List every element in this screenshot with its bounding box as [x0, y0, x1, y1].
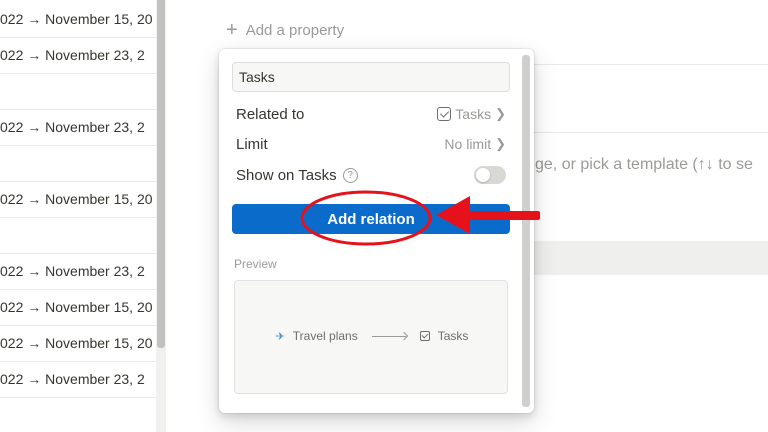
table-row[interactable]: 022 → November 15, 20 — [0, 326, 156, 362]
popup-scrollbar[interactable] — [522, 55, 530, 407]
scrollbar-thumb[interactable] — [157, 0, 165, 348]
relation-preview: ✈ Travel plans Tasks — [234, 280, 508, 394]
show-on-label: Show on Tasks — [236, 166, 337, 184]
toggle-knob — [476, 168, 490, 182]
airplane-icon: ✈ — [275, 330, 285, 343]
date-range-cell: 022 → November 15, 20 — [0, 191, 153, 207]
date-range-cell: 022 → November 15, 20 — [0, 335, 153, 351]
table-row[interactable]: 022 → November 23, 2 — [0, 38, 156, 74]
table-scrollbar[interactable] — [156, 0, 166, 432]
limit-row[interactable]: Limit No limit ❯ — [236, 133, 506, 155]
show-on-toggle[interactable] — [474, 166, 506, 184]
related-to-value: Tasks — [455, 106, 492, 122]
limit-value: No limit — [444, 136, 492, 152]
divider — [526, 64, 768, 65]
add-property-label: Add a property — [245, 21, 345, 39]
show-on-row: Show on Tasks ? — [236, 164, 506, 186]
date-range-cell: 022 → November 23, 2 — [0, 371, 145, 387]
limit-label: Limit — [236, 135, 268, 153]
date-range-cell: 022 → November 23, 2 — [0, 119, 145, 135]
property-name-input[interactable] — [232, 62, 510, 92]
table-row[interactable]: 022 → November 15, 20 — [0, 2, 156, 38]
table-row[interactable] — [0, 218, 156, 254]
divider — [526, 132, 768, 133]
date-range-cell: 022 → November 15, 20 — [0, 11, 153, 27]
preview-source: Travel plans — [292, 329, 358, 343]
arrow-icon — [371, 335, 406, 337]
table-row[interactable] — [0, 74, 156, 110]
chevron-right-icon: ❯ — [495, 106, 506, 121]
checkbox-icon — [437, 107, 452, 121]
chevron-right-icon: ❯ — [495, 136, 506, 151]
table-row[interactable]: 022 → November 23, 2 — [0, 110, 156, 146]
template-row[interactable] — [526, 241, 768, 275]
preview-target: Tasks — [437, 329, 469, 343]
related-to-row[interactable]: Related to Tasks ❯ — [236, 103, 506, 125]
date-range-cell: 022 → November 23, 2 — [0, 47, 145, 63]
table-row[interactable]: 022 → November 15, 20 — [0, 290, 156, 326]
checkbox-icon — [419, 331, 430, 341]
add-relation-button[interactable]: Add relation — [232, 204, 510, 234]
table-row[interactable]: 022 → November 15, 20 — [0, 182, 156, 218]
help-circle-icon[interactable]: ? — [342, 167, 358, 183]
add-property-button[interactable]: + Add a property — [226, 20, 344, 40]
date-range-cell: 022 → November 23, 2 — [0, 263, 145, 279]
relation-popup: Related to Tasks ❯ Limit No limit ❯ Show… — [219, 49, 534, 413]
date-column: 022 → November 15, 20 022 → November 23,… — [0, 0, 156, 432]
table-row[interactable] — [0, 146, 156, 182]
table-row[interactable]: 022 → November 23, 2 — [0, 362, 156, 398]
table-row[interactable]: 022 → November 23, 2 — [0, 254, 156, 290]
date-range-cell: 022 → November 15, 20 — [0, 299, 153, 315]
preview-label: Preview — [234, 257, 277, 271]
plus-icon: + — [226, 19, 238, 41]
related-to-label: Related to — [236, 105, 305, 123]
empty-page-hint: ge, or pick a template (↑↓ to se — [535, 156, 753, 173]
